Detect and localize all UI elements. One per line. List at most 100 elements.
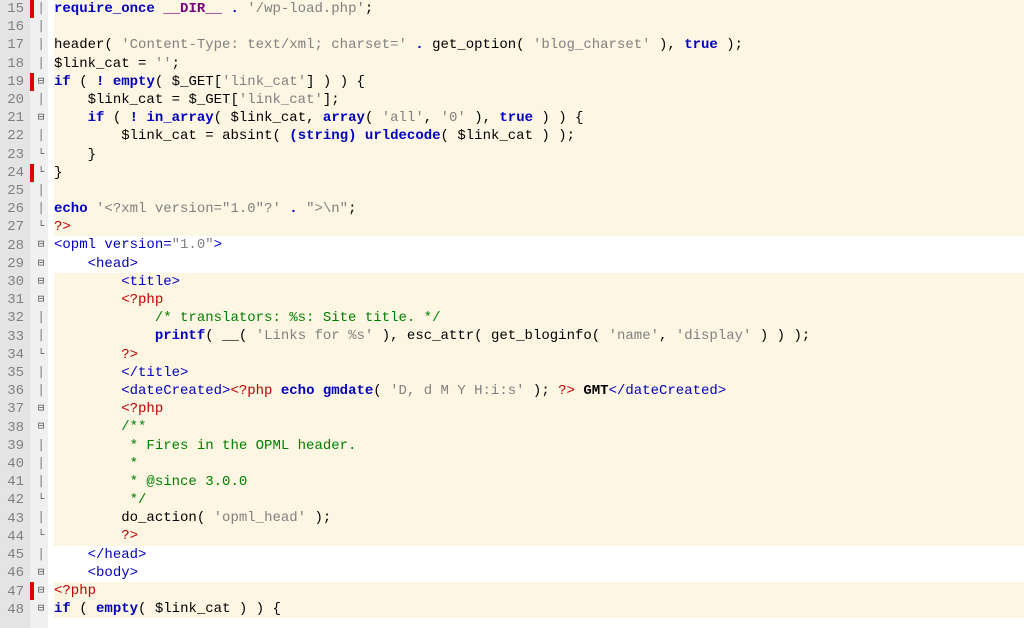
code-line[interactable]: <?php — [54, 400, 1024, 418]
code-token: ; — [348, 201, 356, 217]
code-line[interactable]: <head> — [54, 255, 1024, 273]
line-number: 20 — [0, 91, 24, 109]
fold-guide-icon: │ — [34, 382, 48, 400]
code-line[interactable]: <?php — [54, 582, 1024, 600]
code-line[interactable]: </head> — [54, 546, 1024, 564]
code-token: ! — [130, 110, 138, 126]
code-line[interactable]: if ( empty( $link_cat ) ) { — [54, 600, 1024, 618]
code-line[interactable]: */ — [54, 491, 1024, 509]
line-number: 43 — [0, 510, 24, 528]
code-token: ?> — [121, 528, 138, 544]
fold-toggle-icon[interactable]: ⊟ — [34, 236, 48, 254]
code-token: , — [659, 328, 676, 344]
fold-toggle-icon[interactable]: ⊟ — [34, 109, 48, 127]
code-token: 'blog_charset' — [533, 37, 651, 53]
code-line[interactable]: * Fires in the OPML header. — [54, 437, 1024, 455]
fold-toggle-icon[interactable]: ⊟ — [34, 418, 48, 436]
code-line[interactable]: } — [54, 146, 1024, 164]
code-token: <head> — [88, 256, 138, 272]
code-token — [88, 201, 96, 217]
code-line[interactable]: <body> — [54, 564, 1024, 582]
code-token — [357, 128, 365, 144]
code-line[interactable]: $link_cat = absint( (string) urldecode( … — [54, 127, 1024, 145]
code-line[interactable]: $link_cat = $_GET['link_cat']; — [54, 91, 1024, 109]
fold-toggle-icon[interactable]: ⊟ — [34, 564, 48, 582]
code-line[interactable]: * @since 3.0.0 — [54, 473, 1024, 491]
code-line[interactable]: do_action( 'opml_head' ); — [54, 509, 1024, 527]
code-line[interactable]: } — [54, 164, 1024, 182]
fold-column[interactable]: ││││⊟│⊟│└└││└⊟⊟⊟⊟││└││⊟⊟│││└│└│⊟⊟⊟ — [34, 0, 48, 628]
code-token: GMT — [583, 383, 608, 399]
code-line[interactable]: echo '<?xml version="1.0"?' . ">\n"; — [54, 200, 1024, 218]
code-line[interactable]: /** — [54, 418, 1024, 436]
code-token: </head> — [88, 547, 147, 563]
code-editor[interactable]: 1516171819202122232425262728293031323334… — [0, 0, 1024, 628]
fold-toggle-icon[interactable]: ⊟ — [34, 255, 48, 273]
code-line[interactable]: <opml version="1.0"> — [54, 236, 1024, 254]
line-number: 25 — [0, 182, 24, 200]
code-line[interactable]: require_once __DIR__ . '/wp-load.php'; — [54, 0, 1024, 18]
line-number: 35 — [0, 364, 24, 382]
line-number: 31 — [0, 291, 24, 309]
code-area[interactable]: require_once __DIR__ . '/wp-load.php'; h… — [48, 0, 1024, 628]
code-line[interactable]: <title> — [54, 273, 1024, 291]
code-line[interactable]: $link_cat = ''; — [54, 55, 1024, 73]
code-token: ( — [239, 328, 256, 344]
fold-toggle-icon[interactable]: ⊟ — [34, 291, 48, 309]
code-token: ( — [104, 110, 129, 126]
code-line[interactable]: <dateCreated><?php echo gmdate( 'D, d M … — [54, 382, 1024, 400]
code-token — [239, 1, 247, 17]
code-token: /** — [121, 419, 146, 435]
code-token: 'link_cat' — [239, 92, 323, 108]
code-line[interactable]: if ( ! in_array( $link_cat, array( 'all'… — [54, 109, 1024, 127]
code-token: = — [130, 56, 155, 72]
code-token: . — [289, 201, 297, 217]
code-token: __ — [222, 328, 239, 344]
code-line[interactable]: ?> — [54, 346, 1024, 364]
code-token: gmdate — [323, 383, 373, 399]
fold-guide-icon: │ — [34, 127, 48, 145]
code-token — [298, 201, 306, 217]
code-line[interactable]: </title> — [54, 364, 1024, 382]
code-token: ( — [205, 328, 222, 344]
code-token: true — [499, 110, 533, 126]
code-token: ( — [138, 601, 155, 617]
fold-toggle-icon[interactable]: ⊟ — [34, 582, 48, 600]
code-line[interactable]: ?> — [54, 218, 1024, 236]
code-token: $link_cat — [457, 128, 533, 144]
code-token — [54, 528, 121, 544]
code-token: true — [684, 37, 718, 53]
code-token: $_GET — [188, 92, 230, 108]
code-token: ( — [592, 328, 609, 344]
code-token: 'opml_head' — [214, 510, 306, 526]
code-line[interactable]: ?> — [54, 527, 1024, 545]
fold-toggle-icon[interactable]: ⊟ — [34, 400, 48, 418]
line-number: 15 — [0, 0, 24, 18]
fold-guide-icon: │ — [34, 18, 48, 36]
code-token — [272, 383, 280, 399]
fold-guide-icon: │ — [34, 546, 48, 564]
fold-toggle-icon[interactable]: ⊟ — [34, 600, 48, 618]
code-token: ">\n" — [306, 201, 348, 217]
fold-guide-icon: └ — [34, 146, 48, 164]
fold-guide-icon: └ — [34, 218, 48, 236]
line-number: 28 — [0, 237, 24, 255]
code-line[interactable]: if ( ! empty( $_GET['link_cat'] ) ) { — [54, 73, 1024, 91]
line-number: 46 — [0, 564, 24, 582]
code-line[interactable]: printf( __( 'Links for %s' ), esc_attr( … — [54, 327, 1024, 345]
code-token — [54, 547, 88, 563]
fold-toggle-icon[interactable]: ⊟ — [34, 273, 48, 291]
code-line[interactable]: header( 'Content-Type: text/xml; charset… — [54, 36, 1024, 54]
code-line[interactable] — [54, 18, 1024, 36]
line-number: 32 — [0, 309, 24, 327]
code-token: ] ) ) { — [306, 74, 365, 90]
fold-toggle-icon[interactable]: ⊟ — [34, 73, 48, 91]
line-number: 23 — [0, 146, 24, 164]
code-line[interactable] — [54, 182, 1024, 200]
code-token: ( — [197, 510, 214, 526]
code-line[interactable]: * — [54, 455, 1024, 473]
code-token — [314, 383, 322, 399]
code-line[interactable]: /* translators: %s: Site title. */ — [54, 309, 1024, 327]
code-token: ); — [306, 510, 331, 526]
code-line[interactable]: <?php — [54, 291, 1024, 309]
